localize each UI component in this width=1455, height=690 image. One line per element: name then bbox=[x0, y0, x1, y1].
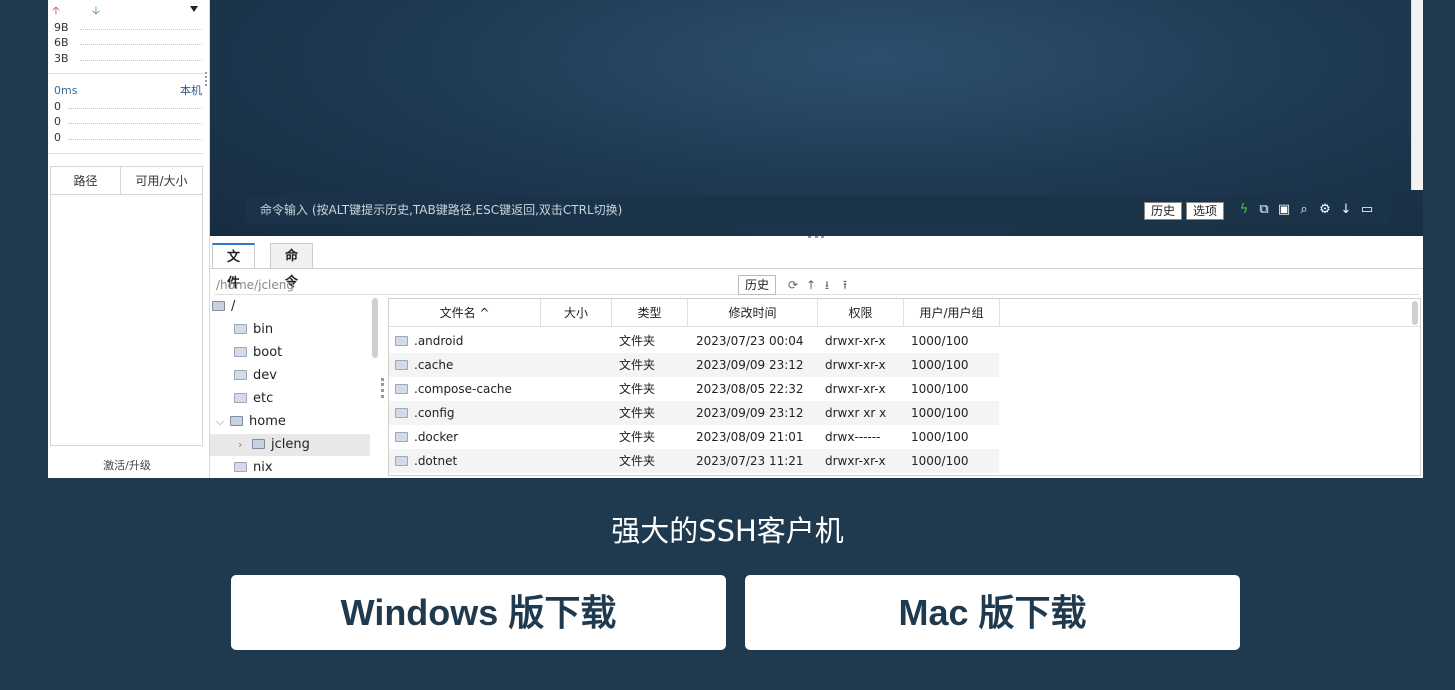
col-permission[interactable]: 权限 bbox=[818, 299, 904, 327]
chevron-right-icon[interactable]: › bbox=[238, 434, 252, 456]
command-bar: 命令输入 (按ALT键提示历史,TAB键路径,ESC键返回,双击CTRL切换) … bbox=[246, 196, 1390, 224]
folder-icon bbox=[230, 416, 243, 426]
table-scrollbar[interactable] bbox=[1412, 301, 1418, 325]
up-dir-icon[interactable]: ↑ bbox=[804, 275, 818, 295]
tree-node[interactable]: boot bbox=[234, 342, 282, 364]
net-scale-row: 6B bbox=[54, 36, 202, 50]
tree-scrollbar[interactable] bbox=[372, 298, 378, 358]
gear-icon[interactable]: ⚙ bbox=[1317, 202, 1333, 218]
tree-node[interactable]: bin bbox=[234, 319, 273, 341]
download-arrow-icon: 🡣 bbox=[92, 4, 100, 17]
table-row[interactable]: .android 文件夹 2023/07/23 00:04 drwxr-xr-x… bbox=[389, 329, 999, 353]
search-icon[interactable]: ⌕ bbox=[1296, 202, 1312, 218]
file-table: 文件名 ^ 大小 类型 修改时间 权限 用户/用户组 .android 文件夹 … bbox=[388, 298, 1421, 476]
tab-files[interactable]: 文件 bbox=[212, 243, 256, 291]
folder-icon bbox=[395, 384, 408, 394]
table-row[interactable]: .config 文件夹 2023/09/09 23:12 drwxr xr x … bbox=[389, 401, 999, 425]
disk-col-size[interactable]: 可用/大小 bbox=[121, 167, 202, 194]
resize-grip[interactable] bbox=[381, 378, 384, 398]
net-scale-row: 3B bbox=[54, 52, 202, 66]
table-row[interactable]: .cache 文件夹 2023/09/09 23:12 drwxr-xr-x 1… bbox=[389, 353, 999, 377]
activate-upgrade-link[interactable]: 激活/升级 bbox=[48, 457, 206, 473]
path-history-button[interactable]: 历史 bbox=[738, 275, 777, 295]
ping-row: 0 bbox=[54, 131, 202, 145]
table-row[interactable]: .dotnet 文件夹 2023/07/23 11:21 drwxr-xr-x … bbox=[389, 449, 999, 473]
path-bar: /home/jcleng 历史 ⟳ ↑ ⭳ ⭱ bbox=[214, 275, 1419, 295]
folder-icon bbox=[395, 408, 408, 418]
tagline: 强大的SSH客户机 bbox=[611, 514, 844, 548]
network-header: 🡡 🡣 bbox=[52, 4, 202, 18]
windows-download-button[interactable]: Windows 版下载 bbox=[231, 575, 726, 650]
tree-node[interactable]: dev bbox=[234, 365, 277, 387]
col-type[interactable]: 类型 bbox=[612, 299, 688, 327]
options-button[interactable]: 选项 bbox=[1186, 202, 1225, 220]
net-scale-row: 9B bbox=[54, 21, 202, 35]
folder-icon bbox=[234, 393, 247, 403]
history-button[interactable]: 历史 bbox=[1144, 202, 1183, 220]
command-input[interactable]: 命令输入 (按ALT键提示历史,TAB键路径,ESC键返回,双击CTRL切换) bbox=[260, 196, 622, 224]
disk-table: 路径 可用/大小 bbox=[50, 166, 203, 446]
ping-header: 0ms 本机 bbox=[54, 84, 202, 98]
chevron-down-icon[interactable]: ⌵ bbox=[216, 411, 230, 433]
folder-icon bbox=[395, 432, 408, 442]
col-filename[interactable]: 文件名 ^ bbox=[389, 299, 541, 327]
col-size[interactable]: 大小 bbox=[541, 299, 612, 327]
folder-icon bbox=[234, 462, 247, 472]
directory-tree: / bin boot dev etc ⌵ home › jcleng nix bbox=[210, 296, 370, 478]
folder-icon bbox=[395, 456, 408, 466]
tree-node[interactable]: etc bbox=[234, 388, 273, 410]
tree-node[interactable]: nix bbox=[234, 457, 273, 478]
tree-node[interactable]: / bbox=[212, 296, 235, 318]
network-dropdown-icon[interactable] bbox=[190, 6, 198, 12]
file-manager: 文件 命令 /home/jcleng 历史 ⟳ ↑ ⭳ ⭱ / bin boot… bbox=[210, 238, 1423, 478]
system-monitor-panel: 🡡 🡣 9B 6B 3B 0ms 本机 0 0 0 路径 可用/大小 激活/升级 bbox=[48, 0, 210, 478]
maximize-icon[interactable]: ▭ bbox=[1359, 202, 1375, 218]
resize-grip[interactable] bbox=[205, 72, 208, 86]
folder-icon bbox=[212, 301, 225, 311]
ping-target[interactable]: 本机 bbox=[180, 84, 202, 98]
upload-arrow-icon: 🡡 bbox=[52, 4, 60, 17]
arrow-down-icon[interactable]: ↓ bbox=[1338, 202, 1354, 218]
file-table-header: 文件名 ^ 大小 类型 修改时间 权限 用户/用户组 bbox=[389, 299, 1420, 327]
copy-icon[interactable]: ⧉ bbox=[1256, 202, 1272, 218]
divider bbox=[48, 73, 204, 74]
mac-download-button[interactable]: Mac 版下载 bbox=[745, 575, 1240, 650]
download-icon[interactable]: ⭳ bbox=[820, 275, 834, 295]
ping-row: 0 bbox=[54, 115, 202, 129]
col-modified[interactable]: 修改时间 bbox=[688, 299, 818, 327]
refresh-icon[interactable]: ⟳ bbox=[786, 275, 800, 295]
folder-icon bbox=[234, 370, 247, 380]
disk-table-header: 路径 可用/大小 bbox=[51, 167, 202, 195]
tree-node-selected[interactable]: › jcleng bbox=[210, 434, 370, 456]
table-row[interactable]: .compose-cache 文件夹 2023/08/05 22:32 drwx… bbox=[389, 377, 999, 401]
upload-icon[interactable]: ⭱ bbox=[838, 275, 852, 295]
paste-icon[interactable]: ▣ bbox=[1276, 202, 1292, 218]
lightning-icon[interactable]: ϟ bbox=[1236, 202, 1252, 218]
ping-row: 0 bbox=[54, 100, 202, 114]
folder-icon bbox=[395, 336, 408, 346]
folder-icon bbox=[234, 324, 247, 334]
disk-col-path[interactable]: 路径 bbox=[51, 167, 121, 194]
table-row[interactable]: .docker 文件夹 2023/08/09 21:01 drwx------ … bbox=[389, 425, 999, 449]
terminal-area[interactable]: 命令输入 (按ALT键提示历史,TAB键路径,ESC键返回,双击CTRL切换) … bbox=[210, 0, 1423, 236]
divider bbox=[210, 268, 1423, 269]
folder-icon bbox=[395, 360, 408, 370]
path-input[interactable]: /home/jcleng bbox=[216, 275, 294, 295]
folder-icon bbox=[252, 439, 265, 449]
tab-commands[interactable]: 命令 bbox=[270, 243, 314, 290]
ping-label: 0ms bbox=[54, 84, 78, 97]
col-owner[interactable]: 用户/用户组 bbox=[904, 299, 1000, 327]
tree-node[interactable]: ⌵ home bbox=[216, 411, 286, 433]
folder-icon bbox=[234, 347, 247, 357]
app-screenshot: 🡡 🡣 9B 6B 3B 0ms 本机 0 0 0 路径 可用/大小 激活/升级… bbox=[48, 0, 1423, 478]
terminal-scrollbar[interactable] bbox=[1411, 0, 1423, 190]
divider bbox=[48, 153, 204, 154]
